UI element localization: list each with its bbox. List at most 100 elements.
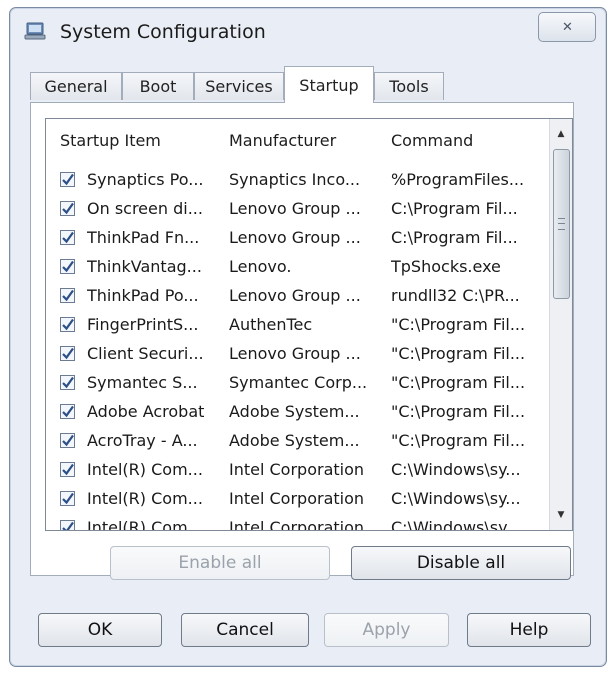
startup-item-checkbox[interactable] <box>60 346 75 361</box>
manufacturer-cell: Lenovo Group ... <box>229 228 361 247</box>
manufacturer-cell: Synaptics Inco... <box>229 170 361 189</box>
startup-item-name: Synaptics Po... <box>87 170 204 189</box>
check-icon <box>62 202 74 215</box>
startup-item-name: ThinkPad Fn... <box>87 228 200 247</box>
manufacturer-cell: Adobe System... <box>229 431 360 450</box>
tab-tools[interactable]: Tools <box>374 72 444 100</box>
list-rows: Synaptics Po... Synaptics Inco... %Program… <box>46 167 546 531</box>
command-cell: "C:\Program Fil... <box>391 315 526 334</box>
startup-item-name: On screen di... <box>87 199 203 218</box>
manufacturer-cell: Intel Corporation <box>229 518 365 531</box>
startup-item-name: ThinkPad Po... <box>87 286 199 305</box>
startup-item-checkbox[interactable] <box>60 404 75 419</box>
table-row[interactable]: Symantec S... Symantec Corp... "C:\Program… <box>46 370 546 399</box>
manufacturer-cell: AuthenTec <box>229 315 313 334</box>
enable-all-button[interactable]: Enable all <box>110 546 330 580</box>
startup-item-checkbox[interactable] <box>60 375 75 390</box>
table-row[interactable]: Client Securi... Lenovo Group ... "C:\Prog… <box>46 341 546 370</box>
command-cell: "C:\Program Fil... <box>391 344 526 363</box>
disable-all-button[interactable]: Disable all <box>351 546 571 580</box>
check-icon <box>62 318 74 331</box>
scroll-up-icon[interactable]: ▲ <box>553 125 569 143</box>
list-header: Startup Item Manufacturer Command <box>46 119 546 161</box>
vertical-scrollbar[interactable]: ▲ ▼ <box>549 119 572 530</box>
manufacturer-cell: Symantec Corp... <box>229 373 368 392</box>
close-button[interactable]: ✕ <box>538 12 596 42</box>
command-cell: "C:\Program Fil... <box>391 431 526 450</box>
column-header-manufacturer[interactable]: Manufacturer <box>229 131 336 150</box>
table-row[interactable]: Synaptics Po... Synaptics Inco... %Program… <box>46 167 546 196</box>
table-row[interactable]: FingerPrintS... AuthenTec "C:\Program Fil.… <box>46 312 546 341</box>
check-icon <box>62 463 74 476</box>
table-row[interactable]: Intel(R) Com... Intel Corporation C:\Windo… <box>46 486 546 515</box>
column-header-startup-item[interactable]: Startup Item <box>60 131 161 150</box>
check-icon <box>62 231 74 244</box>
check-icon <box>62 405 74 418</box>
check-icon <box>62 521 74 530</box>
manufacturer-cell: Lenovo Group ... <box>229 199 361 218</box>
cancel-button[interactable]: Cancel <box>181 613 309 647</box>
check-icon <box>62 260 74 273</box>
system-config-icon <box>24 22 46 40</box>
manufacturer-cell: Lenovo. <box>229 257 292 276</box>
help-button[interactable]: Help <box>467 613 591 647</box>
check-icon <box>62 289 74 302</box>
ok-button[interactable]: OK <box>38 613 162 647</box>
startup-item-name: Symantec S... <box>87 373 198 392</box>
command-cell: C:\Program Fil... <box>391 199 518 218</box>
check-icon <box>62 376 74 389</box>
startup-item-checkbox[interactable] <box>60 201 75 216</box>
command-cell: C:\Program Fil... <box>391 228 518 247</box>
startup-item-checkbox[interactable] <box>60 288 75 303</box>
startup-item-name: Intel(R) Com... <box>87 489 203 508</box>
table-row[interactable]: ThinkVantag... Lenovo. TpShocks.exe <box>46 254 546 283</box>
startup-item-checkbox[interactable] <box>60 172 75 187</box>
command-cell: TpShocks.exe <box>391 257 501 276</box>
tab-startup[interactable]: Startup <box>284 66 374 103</box>
manufacturer-cell: Intel Corporation <box>229 489 365 508</box>
window-title: System Configuration <box>60 21 266 43</box>
startup-list[interactable]: Startup Item Manufacturer Command Synapt… <box>45 118 573 531</box>
command-cell: C:\Windows\sy... <box>391 460 521 479</box>
tab-services[interactable]: Services <box>194 72 284 100</box>
table-row[interactable]: ThinkPad Po... Lenovo Group ... rundll32 C… <box>46 283 546 312</box>
command-cell: "C:\Program Fil... <box>391 402 526 421</box>
command-cell: C:\Windows\sy... <box>391 518 521 531</box>
column-header-command[interactable]: Command <box>391 131 473 150</box>
table-row[interactable]: AcroTray - A... Adobe System... "C:\Progra… <box>46 428 546 457</box>
command-cell: %ProgramFiles... <box>391 170 525 189</box>
startup-item-name: Intel(R) Com... <box>87 518 203 531</box>
startup-item-checkbox[interactable] <box>60 317 75 332</box>
check-icon <box>62 347 74 360</box>
check-icon <box>62 492 74 505</box>
table-row[interactable]: Adobe Acrobat Adobe System... "C:\Program … <box>46 399 546 428</box>
tab-general[interactable]: General <box>30 72 122 100</box>
close-icon: ✕ <box>562 19 573 35</box>
startup-item-checkbox[interactable] <box>60 259 75 274</box>
scroll-down-icon[interactable]: ▼ <box>553 506 569 524</box>
apply-button[interactable]: Apply <box>324 613 449 647</box>
table-row[interactable]: Intel(R) Com... Intel Corporation C:\Windo… <box>46 515 546 531</box>
table-row[interactable]: On screen di... Lenovo Group ... C:\Progra… <box>46 196 546 225</box>
grip-icon <box>558 218 565 230</box>
startup-item-checkbox[interactable] <box>60 520 75 530</box>
manufacturer-cell: Lenovo Group ... <box>229 286 361 305</box>
startup-item-name: FingerPrintS... <box>87 315 199 334</box>
command-cell: C:\Windows\sy... <box>391 489 521 508</box>
check-icon <box>62 173 74 186</box>
startup-item-name: AcroTray - A... <box>87 431 198 450</box>
manufacturer-cell: Lenovo Group ... <box>229 344 361 363</box>
table-row[interactable]: Intel(R) Com... Intel Corporation C:\Windo… <box>46 457 546 486</box>
scroll-thumb[interactable] <box>553 149 570 299</box>
manufacturer-cell: Intel Corporation <box>229 460 365 479</box>
manufacturer-cell: Adobe System... <box>229 402 360 421</box>
startup-item-checkbox[interactable] <box>60 433 75 448</box>
table-row[interactable]: ThinkPad Fn... Lenovo Group ... C:\Program… <box>46 225 546 254</box>
startup-item-name: ThinkVantag... <box>87 257 202 276</box>
startup-item-checkbox[interactable] <box>60 230 75 245</box>
tab-boot[interactable]: Boot <box>122 72 194 100</box>
check-icon <box>62 434 74 447</box>
startup-item-checkbox[interactable] <box>60 462 75 477</box>
startup-item-checkbox[interactable] <box>60 491 75 506</box>
startup-item-name: Client Securi... <box>87 344 204 363</box>
